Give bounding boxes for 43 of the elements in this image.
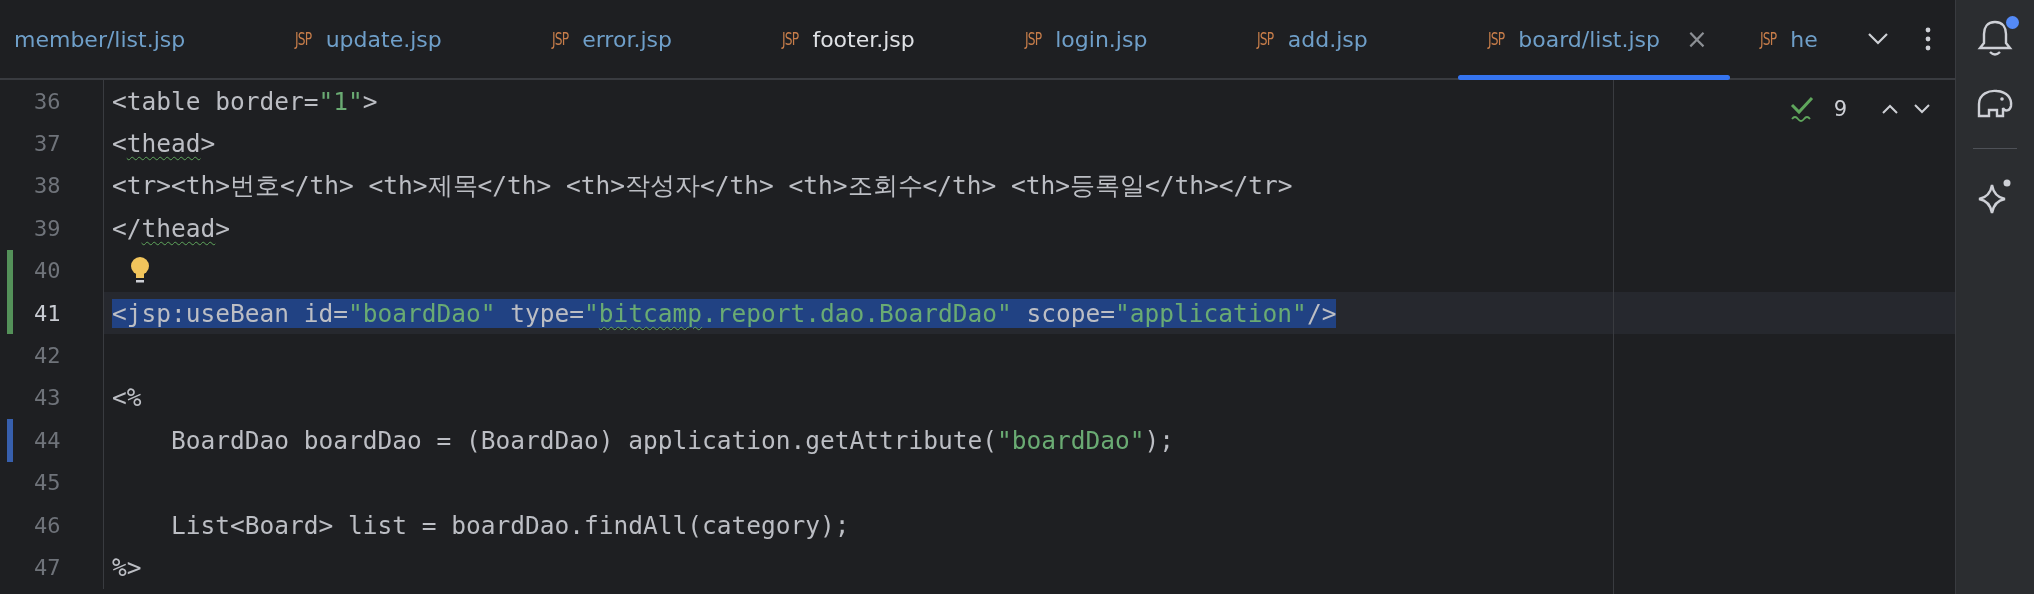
editor-tab[interactable]: member/list.jsp: [0, 0, 266, 78]
editor-tab[interactable]: JSP he: [1729, 0, 1818, 78]
editor-tab[interactable]: JSP login.jsp: [994, 0, 1228, 78]
line-number: 47: [34, 555, 61, 580]
jsp-file-icon: JSP: [1024, 29, 1042, 49]
line-number: 38: [34, 173, 61, 199]
jsp-file-icon: JSP: [1759, 29, 1777, 49]
chevron-down-icon[interactable]: [1913, 103, 1931, 115]
chevron-down-icon[interactable]: [1867, 32, 1889, 46]
line-number: 37: [34, 131, 61, 157]
line-number: 45: [34, 470, 61, 496]
editor-tab[interactable]: JSP update.jsp: [265, 0, 522, 78]
code-line: <%: [112, 383, 142, 413]
code-line: <tr><th>번호</th> <th>제목</th> <th>작성자</th> <th>조회수</th> <th>등록일</th></tr>: [112, 170, 1293, 203]
code-line: %>: [112, 553, 142, 582]
line-number: 36: [34, 88, 61, 114]
line-number: 46: [34, 512, 61, 538]
code-line: BoardDao boardDao = (BoardDao) application.getAttribute("boardDao");: [170, 425, 1175, 455]
line-number: 41: [34, 300, 61, 326]
lightbulb-icon[interactable]: [129, 255, 151, 286]
code-line: </thead>: [112, 213, 231, 243]
jsp-file-icon: JSP: [782, 29, 799, 49]
bell-icon[interactable]: [1977, 18, 2013, 58]
more-icon[interactable]: [1925, 27, 1931, 51]
chevron-up-icon[interactable]: [1881, 103, 1899, 115]
close-icon[interactable]: ×: [1686, 24, 1708, 54]
jsp-file-icon: JSP: [295, 29, 312, 49]
code-line: <table border="1">: [112, 86, 378, 116]
line-number: 43: [34, 385, 61, 411]
editor-tab[interactable]: JSP board/list.jsp ×: [1457, 0, 1730, 78]
line-number: 40: [34, 258, 61, 284]
editor-tab[interactable]: JSP error.jsp: [521, 0, 752, 78]
jsp-file-icon: JSP: [1257, 29, 1274, 49]
editor-tab[interactable]: JSP add.jsp: [1227, 0, 1448, 78]
inspection-count[interactable]: 9: [1833, 97, 1847, 121]
line-number: 39: [34, 215, 61, 241]
jsp-file-icon: JSP: [551, 29, 569, 49]
line-number: 44: [34, 427, 61, 453]
code-line: <thead>: [112, 129, 216, 159]
code-line: List<Board> list = boardDao.findAll(category);: [170, 510, 850, 540]
jsp-file-icon: JSP: [1487, 29, 1505, 49]
line-number: 42: [34, 343, 61, 369]
editor-tab[interactable]: JSP footer.jsp: [751, 0, 995, 78]
